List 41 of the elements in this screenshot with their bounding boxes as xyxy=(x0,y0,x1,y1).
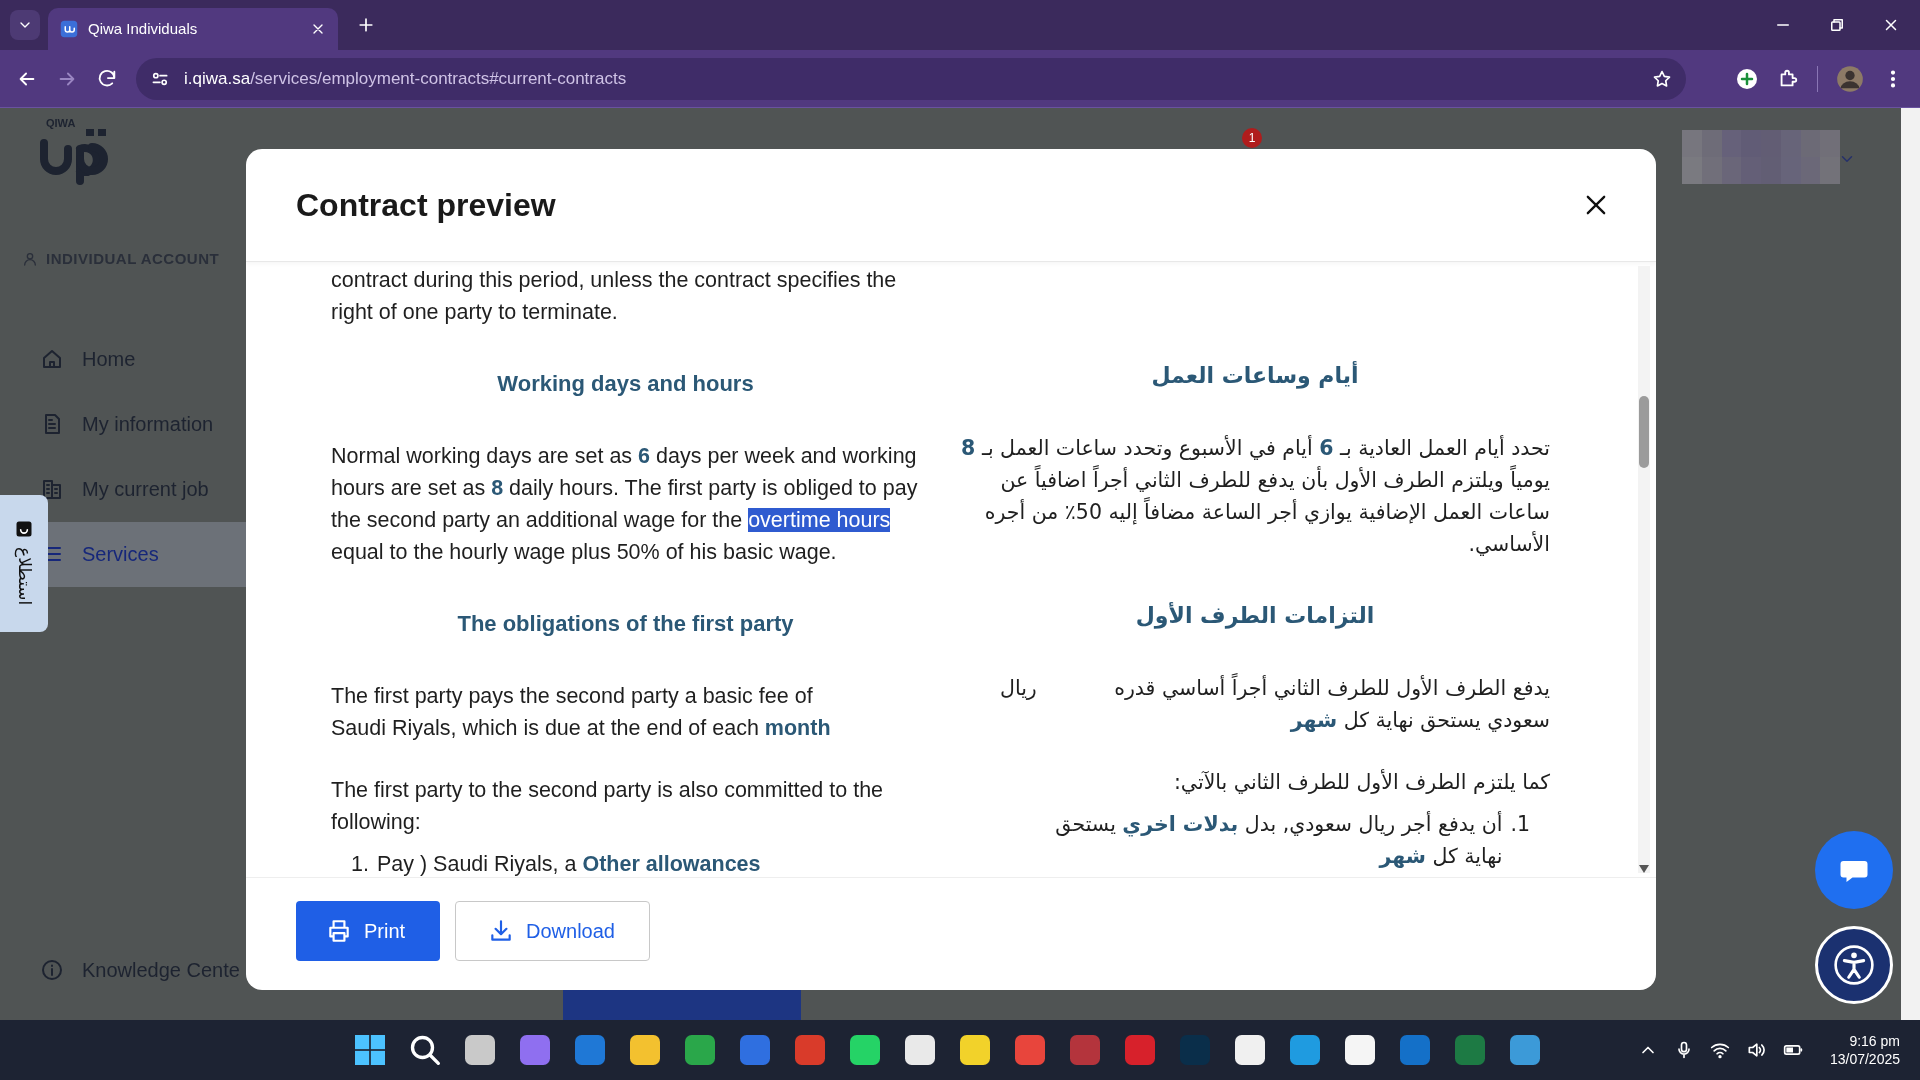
download-button[interactable]: Download xyxy=(455,901,650,961)
favicon-icon xyxy=(60,20,78,38)
clock[interactable]: 9:16 pm 13/07/2025 xyxy=(1829,1032,1900,1068)
section-heading: Working days and hours xyxy=(496,370,755,398)
paragraph: The first party pays the second party a basic fee of Saudi Riyals, which is due at the end of each month xyxy=(331,683,831,742)
user-icon xyxy=(22,251,38,268)
browser-tab[interactable]: Qiwa Individuals xyxy=(48,8,338,50)
accessibility-icon xyxy=(1833,944,1875,986)
list-item-text: أن يدفع أجر ريال سعودي, بدل بدلات اخري يستحق نهاية كل شهر xyxy=(1055,810,1503,870)
star-icon[interactable] xyxy=(1652,68,1672,89)
paragraph: كما يلتزم الطرف الأول للطرف الثاني بالآتي: xyxy=(1173,768,1550,796)
tab-list-button[interactable] xyxy=(10,10,40,40)
address-bar[interactable]: i.qiwa.sa/services/employment-contracts#current-contracts xyxy=(136,57,1686,100)
scrollbar-thumb[interactable] xyxy=(1639,396,1649,468)
scroll-down-icon[interactable] xyxy=(1639,865,1649,873)
list-item-text: Pay ) Saudi Riyals, a Other allowances xyxy=(376,851,761,877)
list-number: 1. xyxy=(351,851,369,877)
restore-icon[interactable] xyxy=(1828,16,1846,34)
paragraph: contract during this period, unless the contract specifies the right of one party to terminate. xyxy=(331,267,898,326)
section-heading: أيام وساعات العمل xyxy=(1150,360,1360,391)
smiley-icon xyxy=(14,519,34,539)
info-icon xyxy=(40,958,64,982)
survey-tab[interactable]: استطلاع xyxy=(0,495,48,632)
dialog-title: Contract preview xyxy=(296,186,556,225)
paragraph: يدفع الطرف الأول للطرف الثاني أجراً أساسي قدره سعودي يستحق نهاية كل شهر xyxy=(1114,672,1550,736)
plus-circle-icon[interactable] xyxy=(1735,66,1759,91)
download-icon xyxy=(488,918,514,944)
print-button[interactable]: Print xyxy=(296,901,440,961)
paragraph: Normal working days are set as 6 days per week and working hours are set as 8 daily hours. The first party is obliged to pay the second party an additional wage for the overtime hours equal to the hourly wage plus 50% of his basic wage. xyxy=(331,443,919,566)
section-heading: التزامات الطرف الأول xyxy=(1134,601,1376,631)
building-icon xyxy=(40,477,64,501)
currency-label: ريال xyxy=(999,675,1037,702)
printer-icon xyxy=(326,918,352,944)
home-icon xyxy=(40,347,64,371)
section-heading: The obligations of the first party xyxy=(456,610,795,638)
avatar-icon[interactable] xyxy=(1836,64,1864,93)
notification-badge: 1 xyxy=(1242,128,1262,148)
paragraph: The first party to the second party is also committed to the following: xyxy=(331,777,885,836)
url-text: i.qiwa.sa/services/employment-contracts#current-contracts xyxy=(184,67,628,90)
list-number: 1. xyxy=(1510,811,1530,838)
tab-title: Qiwa Individuals xyxy=(88,18,199,39)
